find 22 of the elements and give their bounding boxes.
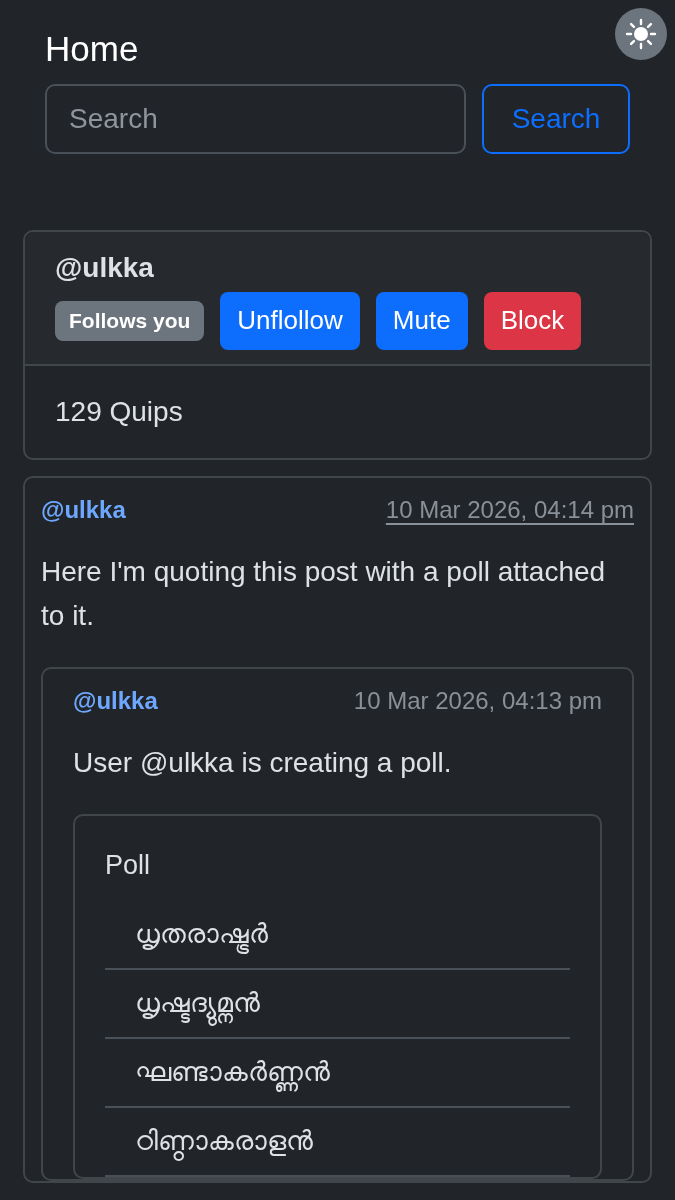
- author-link[interactable]: @ulkka: [41, 495, 126, 524]
- poll-option[interactable]: ഘണ്ടാകർണ്ണൻ: [105, 1038, 570, 1108]
- sun-icon: [625, 18, 657, 50]
- search-button[interactable]: Search: [482, 83, 630, 154]
- poll-option[interactable]: ധൃഷ്ടദ്യുമ്നൻ: [105, 969, 570, 1039]
- theme-toggle-button[interactable]: [615, 8, 667, 60]
- block-button[interactable]: Block: [483, 291, 582, 350]
- profile-handle: @ulkka: [55, 251, 155, 284]
- poll-title: Poll: [105, 849, 152, 881]
- post-time-link[interactable]: 10 Mar 2026, 04:13 pm: [353, 687, 602, 716]
- author-link[interactable]: @ulkka: [73, 687, 158, 716]
- action-button[interactable]: Mute: [375, 291, 468, 350]
- poll-option[interactable]: ധൃതരാഷ്ട്രർ: [105, 900, 570, 970]
- poll-option[interactable]: ഠിണ്ഠാകരാളൻ: [105, 1107, 570, 1177]
- follows-you-badge: Follows you: [55, 300, 205, 341]
- post-time-link[interactable]: 10 Mar 2026, 04:14 pm: [385, 495, 634, 524]
- action-button[interactable]: Unflollow: [220, 291, 360, 350]
- post-text: User @ulkka is creating a poll.: [73, 746, 453, 781]
- quips-count: 129 Quips: [54, 394, 184, 429]
- search-field[interactable]: Search: [45, 83, 466, 154]
- page-title: Home: [45, 28, 140, 70]
- post-text: Here I'm quoting this post with a poll attached to it.: [41, 554, 607, 634]
